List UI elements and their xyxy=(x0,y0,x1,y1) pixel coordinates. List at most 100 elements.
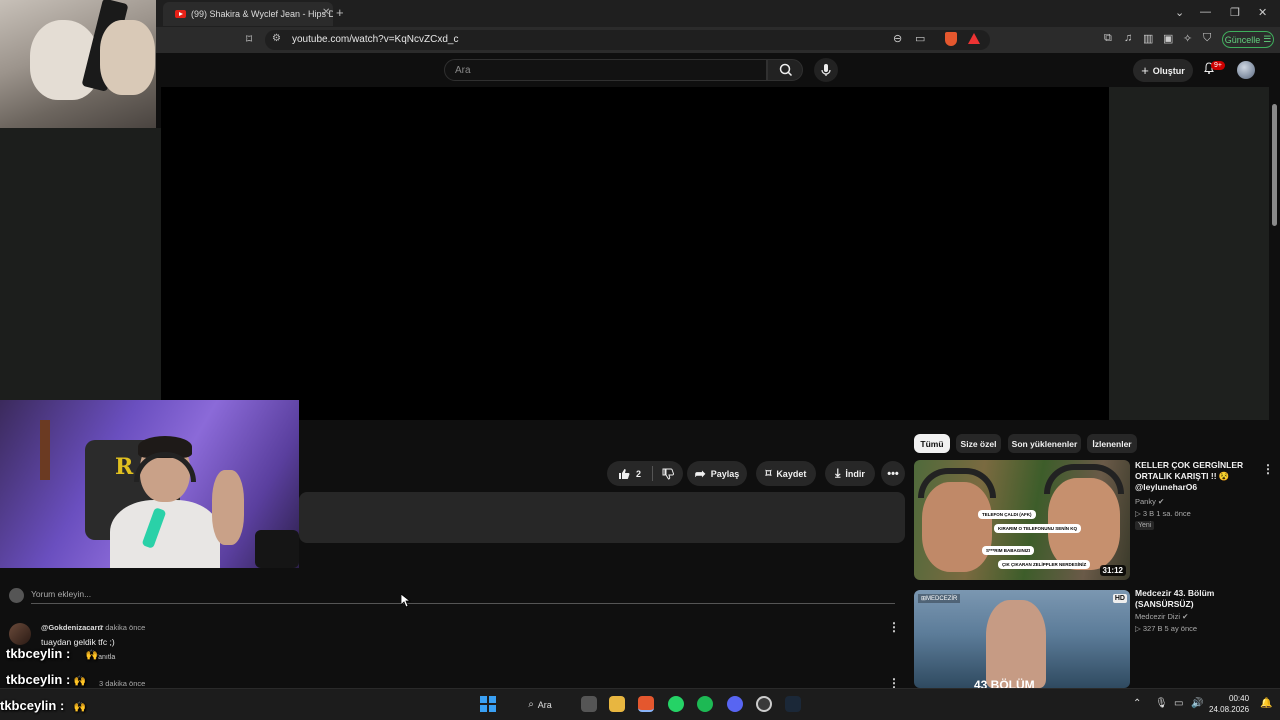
comment-author[interactable]: @Gokdenizacarrr xyxy=(41,623,103,632)
bookmark-icon[interactable]: ⌑ xyxy=(246,32,252,46)
streamer-webcam-overlay: R xyxy=(0,400,299,568)
download-button[interactable]: ⤓ İndir xyxy=(825,461,875,486)
chat-username: tkbceylin : xyxy=(6,646,71,661)
leo-ai-icon[interactable]: ✧ xyxy=(1183,32,1192,45)
recommendation-title[interactable]: Medcezir 43. Bölüm (SANSÜRSÜZ) xyxy=(1135,588,1265,610)
brave-shield-icon[interactable] xyxy=(945,32,957,46)
search-button[interactable] xyxy=(767,59,803,81)
create-button[interactable]: + Oluştur xyxy=(1133,59,1193,82)
discord-icon[interactable] xyxy=(727,696,743,712)
notifications-tray-icon[interactable]: 🔔 xyxy=(1260,698,1272,709)
more-actions-button[interactable]: ••• xyxy=(881,461,905,486)
bookmark-save-icon: ⌑ xyxy=(765,468,772,480)
new-tab-button[interactable]: + xyxy=(336,5,344,20)
video-player[interactable] xyxy=(161,87,1109,420)
recommendation-menu-icon[interactable]: ⋮ xyxy=(1262,462,1274,476)
clock-time: 00:40 xyxy=(1229,694,1250,703)
hd-badge: HD xyxy=(1112,594,1127,603)
add-comment-input[interactable]: Yorum ekleyin... xyxy=(31,589,91,599)
minimize-icon[interactable]: — xyxy=(1200,6,1211,18)
scrollbar-thumb[interactable] xyxy=(1272,104,1277,226)
channel-name[interactable]: Medcezir Dizi xyxy=(1135,612,1180,621)
save-button[interactable]: ⌑ Kaydet xyxy=(756,461,816,486)
verified-icon: ✔ xyxy=(1182,612,1189,621)
comment-time[interactable]: 2 dakika önce xyxy=(99,623,145,632)
media-icon[interactable]: ♫ xyxy=(1124,32,1132,44)
vpn-icon[interactable]: ⛉ xyxy=(1203,32,1211,45)
share-label: Paylaş xyxy=(710,468,740,479)
chip-all[interactable]: Tümü xyxy=(914,434,950,453)
extensions-icon[interactable]: ⧉ xyxy=(1104,32,1112,45)
maximize-icon[interactable]: ❐ xyxy=(1230,6,1240,19)
brave-browser-icon[interactable] xyxy=(638,696,654,712)
channel-name[interactable]: Panky xyxy=(1135,497,1156,506)
tab-title: (99) Shakira & Wyclef Jean - Hips Do xyxy=(191,9,333,19)
save-label: Kaydet xyxy=(776,468,807,479)
like-count: 2 xyxy=(635,468,641,479)
mouse-cursor-icon xyxy=(401,594,411,608)
file-explorer-icon[interactable] xyxy=(609,696,625,712)
like-button[interactable]: 2 xyxy=(607,461,652,486)
more-horizontal-icon: ••• xyxy=(887,467,899,480)
obs-icon[interactable] xyxy=(756,696,772,712)
dislike-button[interactable] xyxy=(653,461,683,486)
youtube-favicon-icon xyxy=(175,10,186,18)
voice-search-button[interactable] xyxy=(814,58,838,82)
recommendation-meta: ▷ 3 B 1 sa. önce xyxy=(1135,509,1191,518)
tab-close-icon[interactable]: ✕ xyxy=(322,7,330,18)
share-button[interactable]: ➦ Paylaş xyxy=(687,461,747,486)
task-view-icon[interactable] xyxy=(581,696,597,712)
taskbar-search-button[interactable]: ⌕ Ara xyxy=(510,695,570,714)
recommendation-meta: ▷ 327 B 5 ay önce xyxy=(1135,624,1198,633)
search-input[interactable]: Ara xyxy=(444,59,767,81)
recommendation-channel[interactable]: Panky ✔ xyxy=(1135,497,1164,506)
stream-chat-line: tkbceylin : 🙌 xyxy=(0,698,86,713)
recommendation-title[interactable]: KELLER ÇOK GERGİNLER ORTALIK KARIŞTI !! … xyxy=(1135,460,1265,493)
recommendation-thumbnail[interactable]: ⊞MEDCEZİR HD 43 BÖLÜM xyxy=(914,590,1130,688)
site-info-icon[interactable]: ⚙ xyxy=(272,33,281,44)
search-icon: ⌕ xyxy=(528,699,534,710)
account-avatar[interactable] xyxy=(1237,61,1255,79)
thumbs-up-icon xyxy=(618,468,630,479)
brave-rewards-icon[interactable] xyxy=(968,33,980,44)
recommendation-thumbnail[interactable]: TELEFON ÇALDI (AFK) KIRARIM O TELEFONUNU… xyxy=(914,460,1130,580)
thumbnail-episode-label: 43 BÖLÜM xyxy=(974,678,1035,688)
chip-watched[interactable]: İzlenenler xyxy=(1087,434,1137,453)
notification-badge: 9+ xyxy=(1211,61,1225,70)
network-icon[interactable]: ▭ xyxy=(1174,698,1183,709)
browser-tab[interactable]: (99) Shakira & Wyclef Jean - Hips Do xyxy=(163,2,333,26)
update-button[interactable]: Güncelle ☰ xyxy=(1222,31,1274,48)
stream-chat-line: tkbceylin : 🙌 xyxy=(6,646,98,661)
download-icon: ⤓ xyxy=(835,466,841,480)
tray-overflow-chevron-icon[interactable]: ⌃ xyxy=(1133,698,1141,709)
sidebar-icon[interactable]: ▥ xyxy=(1143,32,1153,45)
zoom-icon[interactable]: ⊖ xyxy=(893,32,902,45)
steam-icon[interactable] xyxy=(785,696,801,712)
whatsapp-icon[interactable] xyxy=(668,696,684,712)
commenter-avatar[interactable] xyxy=(9,623,31,645)
comment-time[interactable]: 3 dakika önce xyxy=(99,679,145,688)
windows-start-icon[interactable] xyxy=(480,696,496,712)
comment-menu-icon[interactable]: ⋮ xyxy=(888,620,900,634)
description-box[interactable] xyxy=(299,492,905,543)
microphone-tray-icon[interactable]: 🎙 xyxy=(1155,698,1168,709)
spotify-icon[interactable] xyxy=(697,696,713,712)
chip-for-you[interactable]: Size özel xyxy=(956,434,1001,453)
cast-icon[interactable]: ▭ xyxy=(915,32,925,45)
thumbnail-caption: TELEFON ÇALDI (AFK) xyxy=(978,510,1036,519)
taskbar-clock[interactable]: 00:40 24.08.2026 xyxy=(1209,693,1249,715)
stream-background-panel xyxy=(1109,87,1269,420)
thumbnail-channel-label: ⊞MEDCEZİR xyxy=(918,594,961,603)
search-icon xyxy=(779,63,793,77)
url-text[interactable]: youtube.com/watch?v=KqNcvZCxd_c xyxy=(292,34,458,45)
chat-emoji: 🙌 xyxy=(85,650,99,661)
tab-search-chevron-icon[interactable]: ⌄ xyxy=(1175,6,1184,19)
recommendation-channel[interactable]: Medcezir Dizi ✔ xyxy=(1135,612,1188,621)
volume-icon[interactable]: 🔊 xyxy=(1191,698,1203,709)
share-icon: ➦ xyxy=(694,465,706,481)
wallet-icon[interactable]: ▣ xyxy=(1163,32,1173,45)
new-badge: Yeni xyxy=(1135,521,1155,530)
user-avatar xyxy=(9,588,24,603)
close-window-icon[interactable]: ✕ xyxy=(1258,6,1267,19)
chip-recently-uploaded[interactable]: Son yüklenenler xyxy=(1008,434,1081,453)
